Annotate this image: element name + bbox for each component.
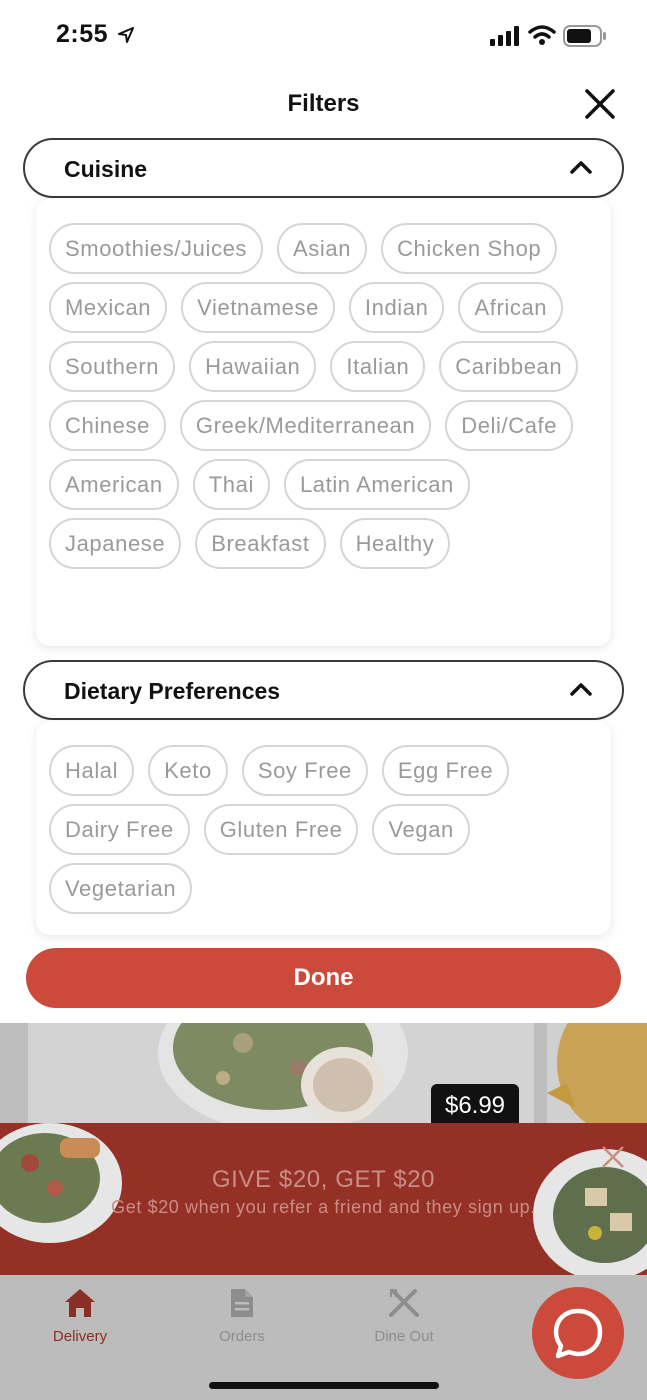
chat-bubble-icon: [553, 1308, 603, 1359]
close-icon[interactable]: [600, 1144, 626, 1170]
tab-orders[interactable]: Orders: [187, 1287, 297, 1345]
cuisine-chip-japanese[interactable]: Japanese: [49, 518, 182, 569]
cuisine-chip-greek-mediterranean[interactable]: Greek/Mediterranean: [179, 400, 432, 451]
tab-label: Delivery: [52, 1328, 108, 1345]
cuisine-chip-chinese[interactable]: Chinese: [49, 400, 166, 451]
tab-dine-out[interactable]: Dine Out: [349, 1287, 459, 1345]
cuisine-chip-southern[interactable]: Southern: [49, 341, 176, 392]
dietary-chip-dairy-free[interactable]: Dairy Free: [49, 804, 190, 855]
cuisine-chip-hawaiian[interactable]: Hawaiian: [189, 341, 317, 392]
cuisine-section-title: Cuisine: [64, 156, 148, 182]
utensils-icon: [389, 1289, 419, 1317]
dietary-chip-egg-free[interactable]: Egg Free: [381, 745, 510, 796]
dietary-chip-vegan[interactable]: Vegan: [372, 804, 470, 855]
dietary-options-panel: Halal Keto Soy Free Egg Free Dairy Free Glute…: [36, 721, 611, 935]
close-icon[interactable]: [582, 86, 618, 122]
document-icon: [231, 1289, 253, 1317]
cuisine-section-toggle[interactable]: Cuisine: [23, 138, 624, 198]
tab-label: Orders: [219, 1328, 265, 1345]
promo-title: GIVE $20, GET $20: [211, 1166, 436, 1193]
dietary-chip-halal[interactable]: Halal: [49, 745, 135, 796]
cuisine-chip-caribbean[interactable]: Caribbean: [439, 341, 579, 392]
chevron-up-icon: [570, 161, 592, 174]
battery-icon: [563, 25, 606, 47]
page-title: Filters: [287, 90, 360, 117]
home-indicator: [209, 1382, 439, 1389]
tab-label: Dine Out: [374, 1328, 434, 1345]
tab-delivery[interactable]: Delivery: [25, 1287, 135, 1345]
cuisine-chip-latin-american[interactable]: Latin American: [283, 459, 470, 510]
status-time: 2:55: [56, 20, 109, 48]
home-icon: [65, 1289, 95, 1317]
cuisine-chip-healthy[interactable]: Healthy: [339, 518, 451, 569]
cuisine-options-panel: Smoothies/Juices Asian Chicken Shop Mexican…: [36, 199, 611, 646]
price-tag: $6.99: [431, 1084, 519, 1128]
dietary-section-title: Dietary Preferences: [64, 678, 281, 704]
cuisine-chip-chicken-shop[interactable]: Chicken Shop: [381, 223, 558, 274]
dietary-section-toggle[interactable]: Dietary Preferences: [23, 660, 624, 720]
food-card-image: [547, 1023, 647, 1133]
cuisine-chip-deli-cafe[interactable]: Deli/Cafe: [445, 400, 574, 451]
dietary-chip-gluten-free[interactable]: Gluten Free: [203, 804, 359, 855]
promo-food-image: [533, 1149, 647, 1275]
location-arrow-icon: [118, 27, 134, 43]
wifi-icon: [528, 25, 556, 45]
cuisine-chip-list: Smoothies/Juices Asian Chicken Shop Mexican…: [49, 223, 603, 577]
dietary-chip-keto[interactable]: Keto: [148, 745, 228, 796]
status-bar: 2:55: [0, 0, 647, 70]
chevron-up-icon: [570, 683, 592, 696]
cuisine-chip-thai[interactable]: Thai: [192, 459, 270, 510]
chat-button[interactable]: [532, 1287, 624, 1379]
cuisine-chip-mexican[interactable]: Mexican: [49, 282, 168, 333]
promo-subtitle: Get $20 when you refer a friend and they…: [111, 1197, 536, 1217]
done-button[interactable]: Done: [26, 948, 621, 1008]
cuisine-chip-italian[interactable]: Italian: [330, 341, 426, 392]
cellular-signal-icon: [490, 26, 519, 46]
cuisine-chip-smoothies-juices[interactable]: Smoothies/Juices: [49, 223, 264, 274]
cuisine-chip-breakfast[interactable]: Breakfast: [195, 518, 326, 569]
cuisine-chip-asian[interactable]: Asian: [277, 223, 368, 274]
cuisine-chip-american[interactable]: American: [49, 459, 179, 510]
cuisine-chip-vietnamese[interactable]: Vietnamese: [181, 282, 335, 333]
cuisine-chip-african[interactable]: African: [458, 282, 564, 333]
dietary-chip-soy-free[interactable]: Soy Free: [241, 745, 368, 796]
referral-promo-banner[interactable]: GIVE $20, GET $20 Get $20 when you refer…: [0, 1123, 647, 1275]
dietary-chip-list: Halal Keto Soy Free Egg Free Dairy Free Glute…: [49, 745, 603, 922]
cuisine-chip-indian[interactable]: Indian: [348, 282, 445, 333]
dietary-chip-vegetarian[interactable]: Vegetarian: [49, 863, 193, 914]
